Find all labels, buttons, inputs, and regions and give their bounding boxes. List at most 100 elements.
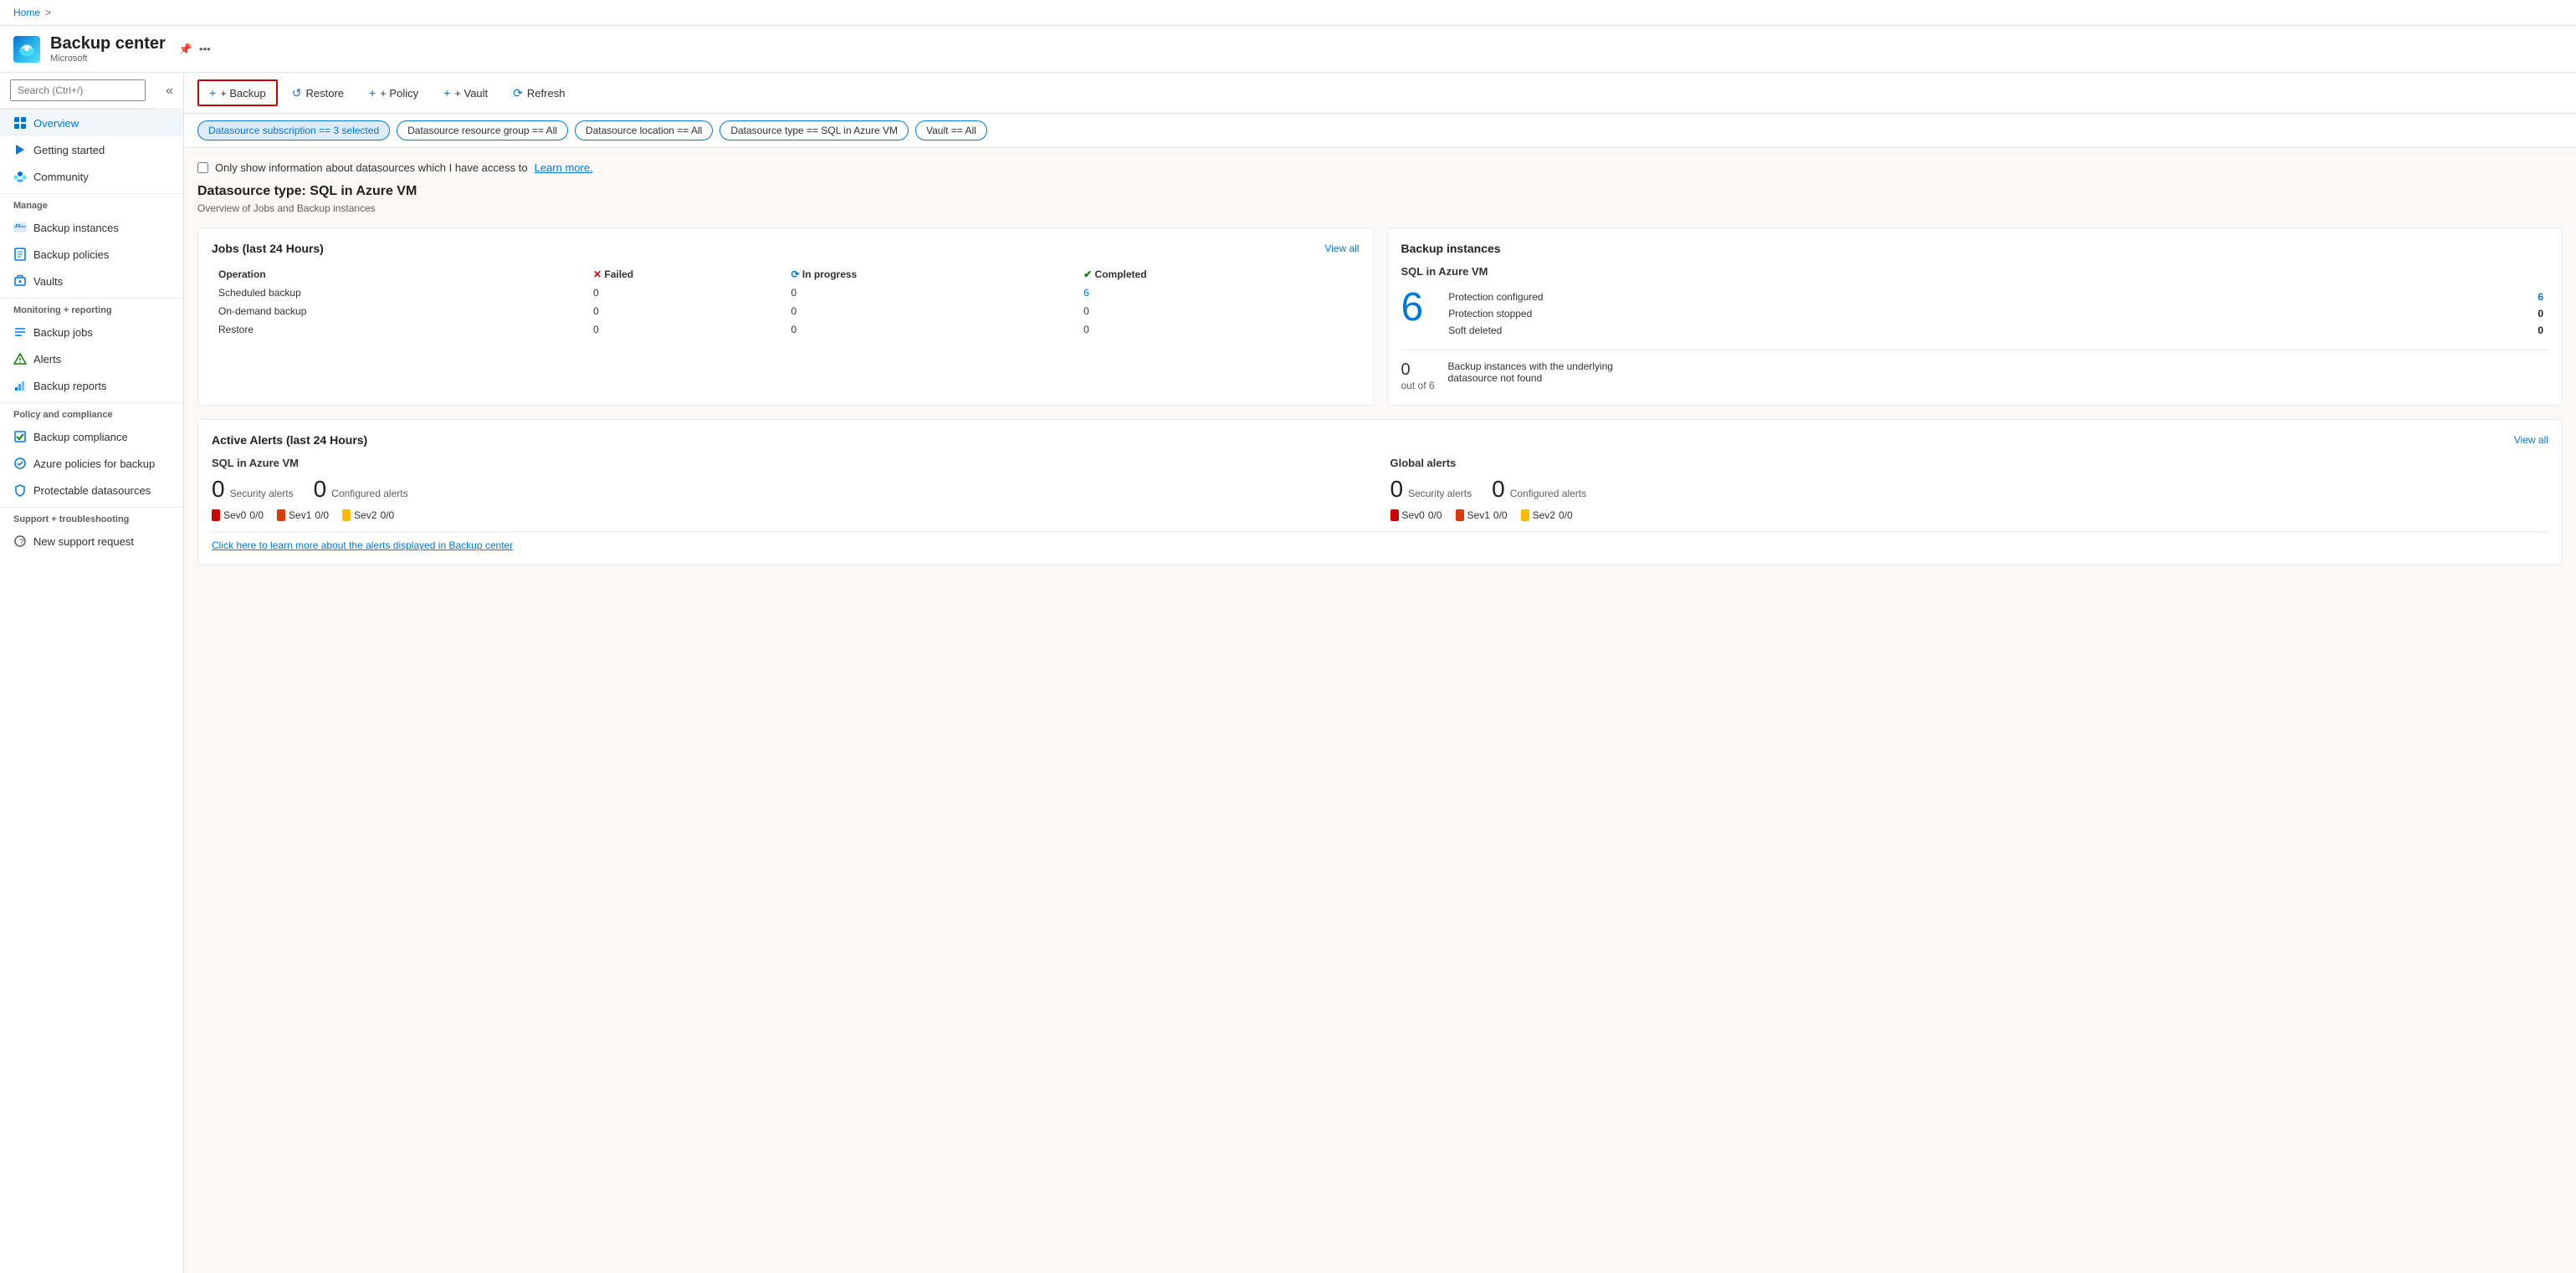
job-completed[interactable]: 6: [1077, 284, 1359, 302]
job-operation: Restore: [212, 320, 586, 339]
global-sev1-label: Sev1: [1467, 509, 1490, 521]
backup-button[interactable]: + + Backup: [197, 79, 278, 106]
filter-vault[interactable]: Vault == All: [915, 120, 987, 141]
cards-row-top: Jobs (last 24 Hours) View all Operation …: [197, 228, 2563, 406]
sidebar-item-backup-instances[interactable]: Backup instances: [0, 214, 183, 241]
job-completed: 0: [1077, 302, 1359, 320]
top-bar: Home >: [0, 0, 2576, 26]
search-input[interactable]: [10, 79, 146, 101]
sidebar-item-protectable[interactable]: Protectable datasources: [0, 477, 183, 504]
sidebar-item-backup-compliance[interactable]: Backup compliance: [0, 423, 183, 450]
jobs-view-all-link[interactable]: View all: [1324, 243, 1359, 254]
sidebar-item-overview[interactable]: Overview: [0, 110, 183, 136]
job-operation: On-demand backup: [212, 302, 586, 320]
sidebar-item-new-support[interactable]: ? New support request: [0, 528, 183, 555]
protection-configured-value[interactable]: 6: [2428, 289, 2547, 304]
sql-configured-count: 0: [314, 476, 327, 503]
filter-datasource-type[interactable]: Datasource type == SQL in Azure VM: [720, 120, 909, 141]
alerts-card-title: Active Alerts (last 24 Hours): [212, 433, 367, 447]
backup-instances-icon: [13, 221, 27, 234]
backup-instances-subtitle: SQL in Azure VM: [1401, 265, 2549, 278]
sidebar-item-backup-jobs[interactable]: Backup jobs: [0, 319, 183, 345]
sidebar-item-backup-reports[interactable]: Backup reports: [0, 372, 183, 399]
backup-instances-number: 6: [1401, 288, 1424, 340]
jobs-col-operation: Operation: [212, 265, 586, 284]
global-security-label: Security alerts: [1408, 488, 1472, 499]
alerts-footer: Click here to learn more about the alert…: [212, 531, 2548, 551]
alerts-card-header: Active Alerts (last 24 Hours) View all: [212, 433, 2548, 447]
sql-configured-count-block: 0 Configured alerts: [314, 476, 408, 503]
backup-instances-content: 6 Protection configured 6 Protection sto…: [1401, 288, 2549, 340]
sidebar-item-getting-started[interactable]: Getting started: [0, 136, 183, 163]
filter-resource-group[interactable]: Datasource resource group == All: [397, 120, 568, 141]
restore-button[interactable]: ↺ Restore: [281, 80, 355, 106]
sidebar-item-alerts[interactable]: Alerts: [0, 345, 183, 372]
getting-started-icon: [13, 143, 27, 156]
toolbar: + + Backup ↺ Restore + + Policy + + Vaul…: [184, 73, 2576, 114]
breadcrumb-separator: >: [45, 7, 51, 18]
sql-sev0-label: Sev0: [223, 509, 246, 521]
filter-subscription[interactable]: Datasource subscription == 3 selected: [197, 120, 390, 141]
section-subtitle: Overview of Jobs and Backup instances: [197, 202, 2563, 214]
sql-configured-label: Configured alerts: [331, 488, 407, 499]
sidebar-item-vaults-label: Vaults: [33, 275, 63, 288]
alerts-footer-link[interactable]: Click here to learn more about the alert…: [212, 539, 513, 551]
svg-text:?: ?: [19, 538, 24, 547]
access-checkbox[interactable]: [197, 162, 208, 173]
soft-deleted-label: Soft deleted: [1445, 323, 2426, 338]
backup-policies-icon: [13, 248, 27, 261]
alerts-view-all-link[interactable]: View all: [2514, 434, 2548, 446]
job-inprog: 0: [784, 320, 1077, 339]
overview-icon: [13, 116, 27, 130]
access-checkbox-row: Only show information about datasources …: [197, 161, 2563, 174]
alerts-card: Active Alerts (last 24 Hours) View all S…: [197, 419, 2563, 565]
policy-button[interactable]: + + Policy: [358, 80, 429, 105]
content-body: Only show information about datasources …: [184, 148, 2576, 579]
sql-sev1-dot: [277, 509, 285, 521]
alerts-global-title: Global alerts: [1390, 457, 2549, 469]
sidebar-item-vaults[interactable]: Vaults: [0, 268, 183, 294]
global-configured-label: Configured alerts: [1510, 488, 1586, 499]
vault-button[interactable]: + + Vault: [433, 80, 499, 105]
sql-sev0: Sev0 0/0: [212, 509, 264, 521]
sidebar-item-overview-label: Overview: [33, 117, 79, 130]
sidebar-item-backup-policies[interactable]: Backup policies: [0, 241, 183, 268]
sidebar-item-azure-policies[interactable]: Azure policies for backup: [0, 450, 183, 477]
alerts-global-counts: 0 Security alerts 0 Configured alerts: [1390, 476, 2549, 503]
job-failed: 0: [586, 320, 785, 339]
learn-more-link[interactable]: Learn more.: [535, 161, 593, 174]
global-sev2: Sev2 0/0: [1521, 509, 1573, 521]
sql-sev1-value: 0/0: [315, 509, 329, 521]
breadcrumb-home[interactable]: Home: [13, 7, 40, 18]
app-subtitle: Microsoft: [50, 54, 166, 64]
refresh-button[interactable]: ⟳ Refresh: [502, 80, 576, 106]
sidebar-item-new-support-label: New support request: [33, 535, 134, 548]
jobs-card-header: Jobs (last 24 Hours) View all: [212, 242, 1360, 255]
sidebar-item-backup-compliance-label: Backup compliance: [33, 431, 128, 443]
vault-plus-icon: +: [443, 86, 450, 100]
breadcrumb: Home >: [13, 7, 51, 18]
jobs-col-completed-label: Completed: [1095, 268, 1147, 280]
jobs-table: Operation ✕ Failed ⟳ In progress: [212, 265, 1360, 339]
more-icon[interactable]: •••: [199, 43, 211, 56]
backup-jobs-icon: [13, 325, 27, 339]
refresh-icon: ⟳: [513, 86, 523, 100]
filter-location[interactable]: Datasource location == All: [575, 120, 713, 141]
backup-reports-icon: [13, 379, 27, 392]
global-sev0-dot: [1390, 509, 1399, 521]
job-failed: 0: [586, 302, 785, 320]
global-sev1-value: 0/0: [1493, 509, 1508, 521]
policy-plus-icon: +: [369, 86, 376, 100]
table-row: On-demand backup 0 0 0: [212, 302, 1360, 320]
soft-deleted-value: 0: [2428, 323, 2547, 338]
global-sev0-value: 0/0: [1428, 509, 1442, 521]
sidebar-item-community[interactable]: Community: [0, 163, 183, 190]
jobs-col-inprog-label: In progress: [802, 268, 857, 280]
sidebar-item-alerts-label: Alerts: [33, 353, 61, 366]
backup-plus-icon: +: [209, 86, 216, 100]
support-icon: ?: [13, 534, 27, 548]
global-configured-count-block: 0 Configured alerts: [1492, 476, 1586, 503]
pin-icon[interactable]: 📌: [179, 43, 192, 56]
global-security-count: 0: [1390, 476, 1404, 503]
sidebar-collapse-button[interactable]: «: [156, 84, 183, 99]
